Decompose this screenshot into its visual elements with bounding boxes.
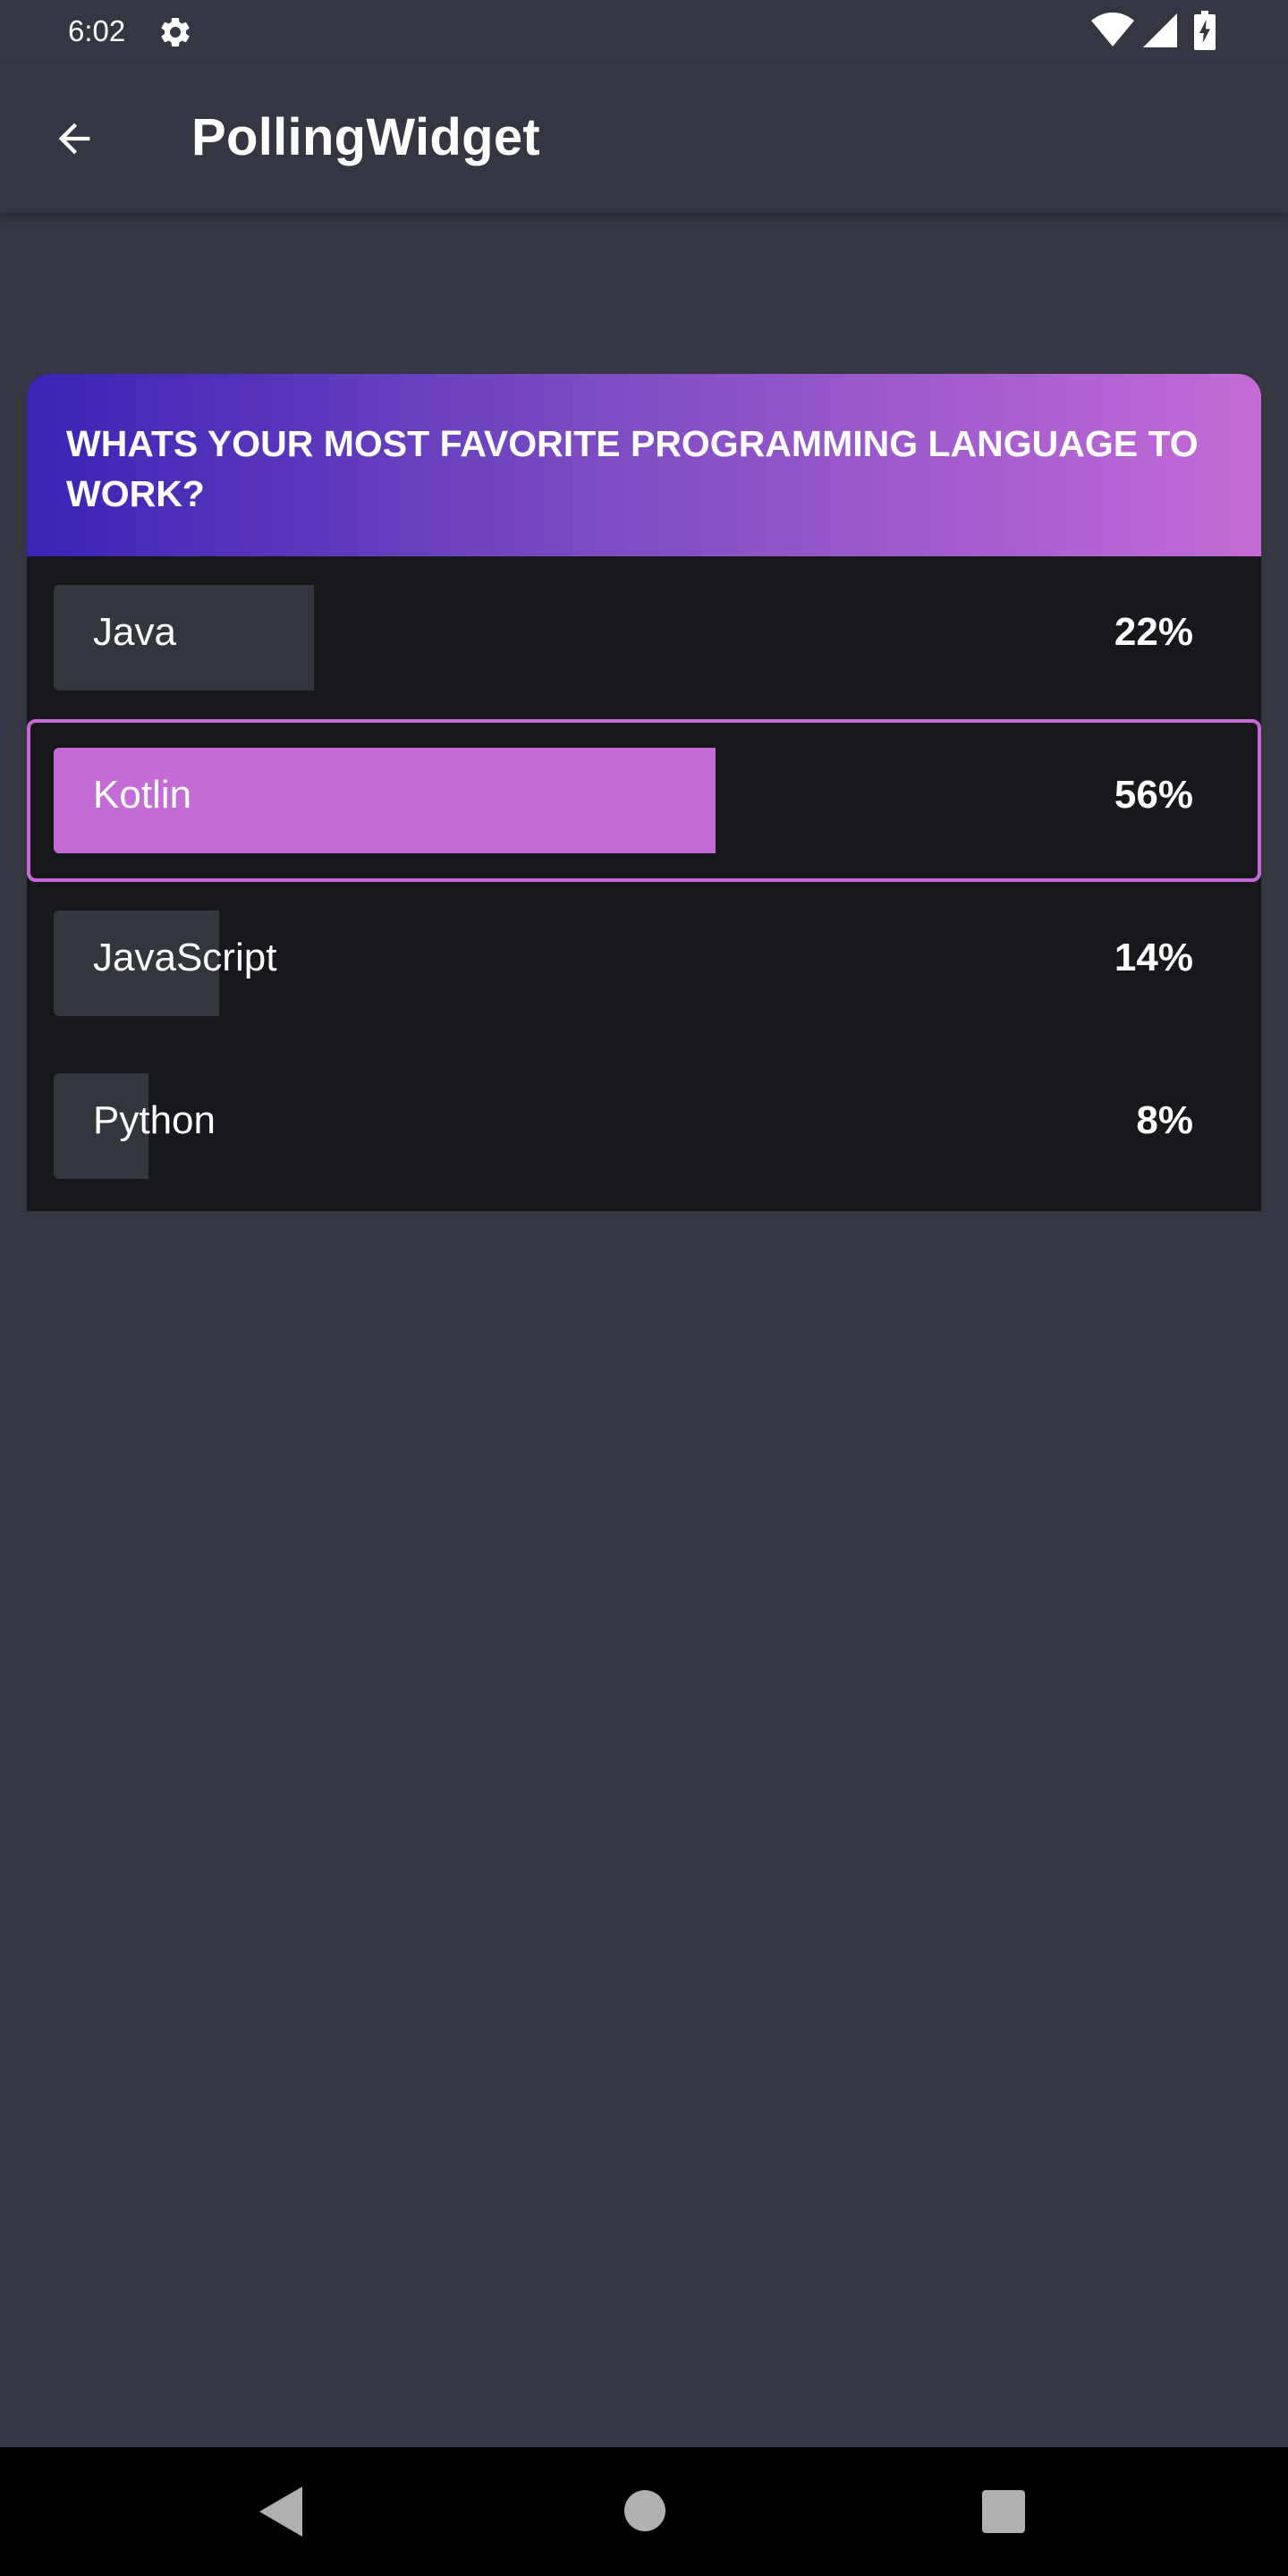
app-bar: PollingWidget xyxy=(0,64,1288,213)
poll-option-python[interactable]: Python 8% xyxy=(27,1045,1261,1208)
option-percent: 8% xyxy=(1136,1098,1193,1142)
poll-option-javascript[interactable]: JavaScript 14% xyxy=(27,882,1261,1045)
battery-charging-icon xyxy=(1194,11,1216,50)
option-label: Kotlin xyxy=(93,773,192,817)
poll-option-java[interactable]: Java 22% xyxy=(27,556,1261,719)
option-percent: 56% xyxy=(1114,773,1193,817)
status-bar: 6:02 xyxy=(0,0,1288,64)
page-title: PollingWidget xyxy=(191,108,540,166)
status-time: 6:02 xyxy=(68,14,126,47)
nav-back-icon[interactable] xyxy=(259,2487,302,2537)
poll-question: WHATS YOUR MOST FAVORITE PROGRAMMING LAN… xyxy=(66,423,1199,514)
poll-card: WHATS YOUR MOST FAVORITE PROGRAMMING LAN… xyxy=(27,374,1261,1211)
nav-recents-icon[interactable] xyxy=(982,2490,1025,2533)
option-label: Java xyxy=(93,610,176,654)
option-label: JavaScript xyxy=(93,936,277,979)
arrow-back-icon xyxy=(58,123,90,155)
poll-options: Java 22% Kotlin 56% JavaScript 14% Pytho… xyxy=(27,556,1261,1211)
option-percent: 14% xyxy=(1114,936,1193,979)
back-button[interactable] xyxy=(45,109,104,168)
poll-header: WHATS YOUR MOST FAVORITE PROGRAMMING LAN… xyxy=(27,374,1261,556)
option-percent: 22% xyxy=(1114,610,1193,654)
poll-option-kotlin[interactable]: Kotlin 56% xyxy=(27,719,1261,882)
gear-icon xyxy=(161,17,190,47)
nav-home-icon[interactable] xyxy=(624,2490,665,2531)
navigation-bar xyxy=(0,2447,1288,2576)
signal-icon xyxy=(1143,13,1177,47)
option-label: Python xyxy=(93,1098,216,1142)
wifi-icon xyxy=(1091,13,1134,47)
